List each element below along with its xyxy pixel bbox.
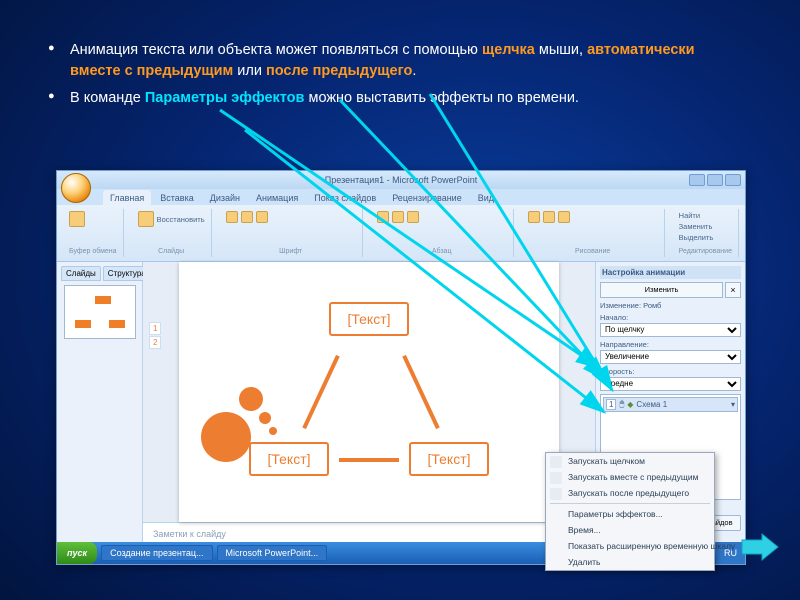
ribbon-tabs: Главная Вставка Дизайн Анимация Показ сл… [57,189,745,205]
change-effect-button[interactable]: Изменить [600,282,723,298]
tab-design[interactable]: Дизайн [203,190,247,205]
animation-list-item[interactable]: 1 🖱 ◆ Схема 1 ▾ [603,397,738,412]
powerpoint-window: Презентация1 - Microsoft PowerPoint Глав… [56,170,746,565]
modify-label: Изменение: Ромб [600,301,741,310]
direction-select[interactable]: Увеличение [600,350,741,364]
align-left-icon[interactable] [377,211,389,223]
speed-label: Скорость: [600,367,741,376]
start-select[interactable]: По щелчку [600,323,741,337]
anim-tag-2: 2 [149,336,161,349]
ribbon-group-clipboard: Буфер обмена [63,209,124,257]
with-prev-icon [550,472,562,484]
nav-tab-slides[interactable]: Слайды [61,266,101,281]
remove-effect-button[interactable]: × [725,282,741,298]
tab-insert[interactable]: Вставка [153,190,200,205]
close-button[interactable] [725,174,741,186]
mouse-icon: 🖱 [619,399,624,409]
smartart-arrow [402,355,439,429]
mouse-icon [550,456,562,468]
speed-select[interactable]: Средне [600,377,741,391]
ribbon-group-font: Шрифт [220,209,363,257]
smartart-node-right[interactable]: [Текст] [409,442,489,476]
anim-tag-1: 1 [149,322,161,335]
shape-icon[interactable] [528,211,540,223]
animation-context-menu: Запускать щелчком Запускать вместе с пре… [545,452,715,571]
paste-icon[interactable] [69,211,85,227]
decor-circle [239,387,263,411]
menu-start-with-prev[interactable]: Запускать вместе с предыдущим [546,469,714,485]
work-area: Слайды Структура 1 2 [Текст] [Текст] [Те… [57,262,745,548]
bold-icon[interactable] [226,211,238,223]
dropdown-icon[interactable]: ▾ [731,400,735,409]
taskbar-item[interactable]: Создание презентац... [101,545,212,561]
select-button[interactable]: Выделить [679,233,714,242]
menu-effect-options[interactable]: Параметры эффектов... [546,506,714,522]
underline-icon[interactable] [256,211,268,223]
after-prev-icon [550,488,562,500]
smartart-node-left[interactable]: [Текст] [249,442,329,476]
new-slide-icon[interactable] [138,211,154,227]
slide-content: [Текст] [Текст] [Текст] [179,262,559,522]
canvas-area: 1 2 [Текст] [Текст] [Текст] Заметки к сл… [143,262,595,548]
task-pane-title: Настройка анимации [600,266,741,279]
tab-review[interactable]: Рецензирование [385,190,469,205]
align-center-icon[interactable] [392,211,404,223]
replace-button[interactable]: Заменить [679,222,713,231]
tab-view[interactable]: Вид [471,190,501,205]
next-slide-arrow[interactable] [740,532,780,562]
start-label: Начало: [600,313,741,322]
window-title: Презентация1 - Microsoft PowerPoint [325,175,477,185]
slide-thumbnail-1[interactable] [64,285,136,339]
slide-canvas[interactable]: 1 2 [Текст] [Текст] [Текст] [143,262,595,522]
quickstyles-icon[interactable] [558,211,570,223]
hl-click: щелчка [482,42,535,58]
ribbon-group-paragraph: Абзац [371,209,514,257]
titlebar: Презентация1 - Microsoft PowerPoint [57,171,745,189]
slide-nav-pane: Слайды Структура [57,262,143,548]
tab-animation[interactable]: Анимация [249,190,305,205]
hl-after-prev: после предыдущего [266,63,412,79]
bullet-2: В команде Параметры эффектов можно выста… [70,88,740,109]
tab-slideshow[interactable]: Показ слайдов [307,190,383,205]
decor-circle [259,412,271,424]
smartart-arrow [339,458,399,462]
tab-home[interactable]: Главная [103,190,151,205]
arrange-icon[interactable] [543,211,555,223]
menu-timing[interactable]: Время... [546,522,714,538]
menu-show-timeline[interactable]: Показать расширенную временную шкалу [546,538,714,554]
menu-separator [550,503,710,504]
minimize-button[interactable] [689,174,705,186]
smartart-arrow [302,355,339,429]
align-right-icon[interactable] [407,211,419,223]
start-button[interactable]: пуск [57,542,97,564]
maximize-button[interactable] [707,174,723,186]
menu-remove[interactable]: Удалить [546,554,714,570]
bullet-1: Анимация текста или объекта может появля… [70,40,740,82]
menu-start-after-prev[interactable]: Запускать после предыдущего [546,485,714,501]
slide-bullets: Анимация текста или объекта может появля… [0,0,800,109]
italic-icon[interactable] [241,211,253,223]
taskbar-item[interactable]: Microsoft PowerPoint... [217,545,328,561]
ribbon-group-slides: Восстановить Слайды [132,209,212,257]
office-button[interactable] [61,173,91,203]
menu-start-onclick[interactable]: Запускать щелчком [546,453,714,469]
find-button[interactable]: Найти [679,211,700,220]
effect-icon: ◆ [627,400,633,409]
decor-circle [201,412,251,462]
direction-label: Направление: [600,340,741,349]
ribbon-group-drawing: Рисование [522,209,665,257]
hl-effect-options: Параметры эффектов [145,90,305,106]
decor-circle [269,427,277,435]
ribbon: Буфер обмена Восстановить Слайды Шрифт А… [57,205,745,262]
smartart-node-top[interactable]: [Текст] [329,302,409,336]
ribbon-group-editing: Найти Заменить Выделить Редактирование [673,209,739,257]
